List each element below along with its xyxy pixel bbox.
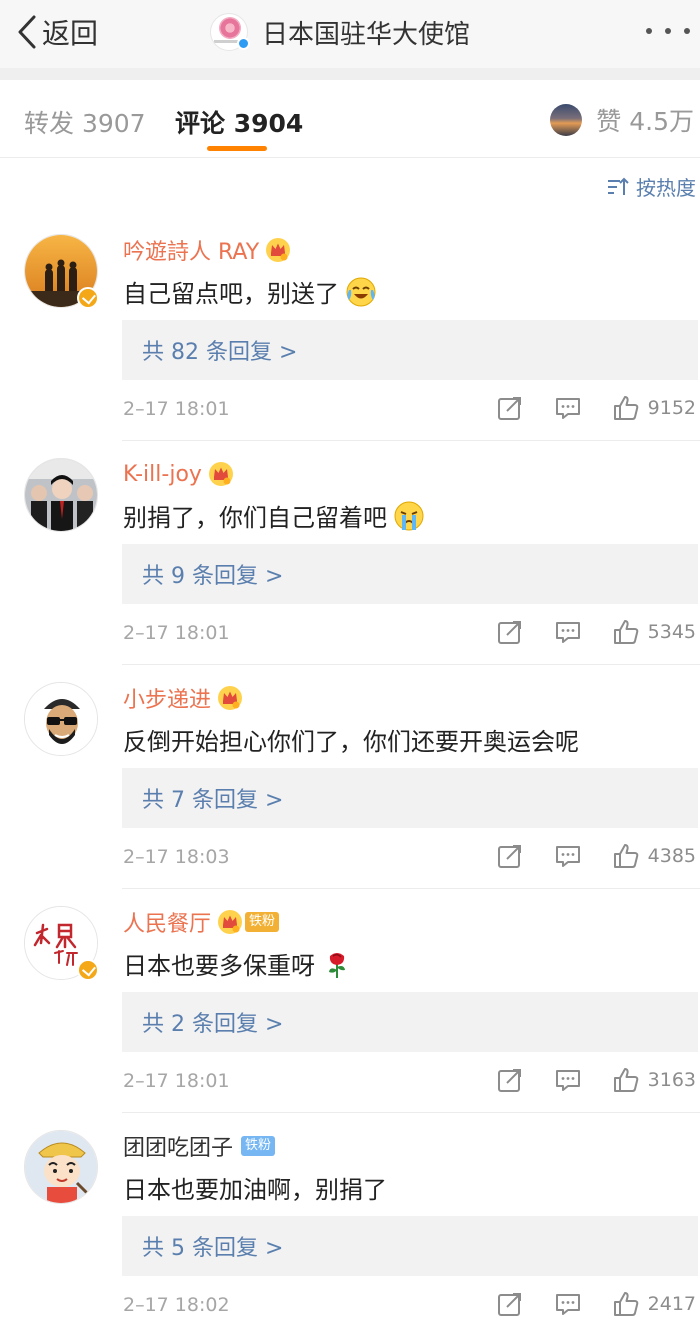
tab-comment[interactable]: 评论 3904 bbox=[175, 104, 303, 140]
comment-icon[interactable] bbox=[554, 842, 582, 870]
more-options-button[interactable] bbox=[646, 14, 690, 48]
like-count: 3163 bbox=[647, 1069, 696, 1091]
fan-badge: 铁粉 bbox=[241, 1136, 276, 1156]
crown-member-icon bbox=[202, 461, 234, 487]
replies-label: 共 9 条回复 > bbox=[142, 564, 284, 589]
repost-icon[interactable] bbox=[496, 618, 524, 646]
divider bbox=[122, 888, 700, 889]
comment-timestamp: 2–17 18:02 bbox=[123, 1294, 230, 1316]
repost-icon[interactable] bbox=[496, 394, 524, 422]
laugh-cry-emoji-icon bbox=[345, 276, 377, 308]
avatar[interactable] bbox=[24, 1130, 98, 1204]
tab-bar: 转发 3907 评论 3904 赞 4.5万 bbox=[0, 80, 700, 158]
crown-member-icon bbox=[211, 909, 243, 935]
view-replies-button[interactable]: 共 2 条回复 > bbox=[122, 992, 698, 1052]
replies-label: 共 5 条回复 > bbox=[142, 1236, 284, 1261]
back-label: 返回 bbox=[42, 17, 99, 50]
account-title[interactable]: 日本国驻华大使馆 bbox=[210, 10, 470, 54]
sort-icon bbox=[606, 175, 636, 199]
username[interactable]: 团团吃团子 bbox=[123, 1130, 233, 1162]
view-replies-button[interactable]: 共 7 条回复 > bbox=[122, 768, 698, 828]
more-dots-icon bbox=[646, 28, 652, 34]
like-icon[interactable] bbox=[612, 1290, 640, 1318]
back-chevron-icon bbox=[16, 14, 38, 50]
comment-text: 别捐了，你们自己留着吧 bbox=[123, 504, 387, 532]
comment-icon[interactable] bbox=[554, 1290, 582, 1318]
verified-badge-icon bbox=[77, 287, 99, 309]
comment-text: 日本也要加油啊，别捐了 bbox=[123, 1176, 387, 1204]
crown-member-icon bbox=[211, 685, 243, 711]
crown-member-icon bbox=[259, 237, 291, 263]
repost-icon[interactable] bbox=[496, 1066, 524, 1094]
view-replies-button[interactable]: 共 5 条回复 > bbox=[122, 1216, 698, 1276]
username[interactable]: 吟遊詩人 RAY bbox=[123, 234, 259, 266]
sort-label: 按热度 bbox=[636, 176, 696, 200]
like-count: 9152 bbox=[647, 397, 696, 419]
tab-like[interactable]: 赞 4.5万 bbox=[550, 102, 694, 138]
top-nav-bar: 返回 日本国驻华大使馆 bbox=[0, 0, 700, 68]
avatar[interactable] bbox=[24, 682, 98, 756]
rose-emoji-icon bbox=[321, 948, 353, 980]
divider bbox=[122, 1112, 700, 1113]
comment-text: 反倒开始担心你们了，你们还要开奥运会呢 bbox=[123, 728, 579, 756]
divider bbox=[122, 664, 700, 665]
like-icon[interactable] bbox=[612, 1066, 640, 1094]
fan-badge: 铁粉 bbox=[245, 912, 280, 932]
repost-icon[interactable] bbox=[496, 842, 524, 870]
replies-label: 共 82 条回复 > bbox=[142, 340, 298, 365]
username[interactable]: K-ill-joy bbox=[123, 462, 202, 487]
like-icon[interactable] bbox=[612, 394, 640, 422]
comment-icon[interactable] bbox=[554, 1066, 582, 1094]
like-icon[interactable] bbox=[612, 618, 640, 646]
divider bbox=[122, 440, 700, 441]
verified-icon bbox=[237, 37, 250, 50]
username[interactable]: 人民餐厅 bbox=[123, 906, 211, 938]
comment-icon[interactable] bbox=[554, 394, 582, 422]
verified-badge-icon bbox=[77, 959, 99, 981]
like-count: 2417 bbox=[647, 1293, 696, 1315]
page-title: 日本国驻华大使馆 bbox=[262, 19, 471, 50]
replies-label: 共 2 条回复 > bbox=[142, 1012, 284, 1037]
sort-button[interactable]: 按热度 bbox=[606, 172, 696, 201]
liker-avatar bbox=[550, 104, 583, 136]
section-gap bbox=[0, 68, 700, 80]
comment-timestamp: 2–17 18:01 bbox=[123, 1070, 230, 1092]
avatar[interactable] bbox=[24, 458, 98, 532]
view-replies-button[interactable]: 共 82 条回复 > bbox=[122, 320, 698, 380]
like-count: 4385 bbox=[647, 845, 696, 867]
view-replies-button[interactable]: 共 9 条回复 > bbox=[122, 544, 698, 604]
comment-text: 自己留点吧，别送了 bbox=[123, 280, 339, 308]
tab-repost[interactable]: 转发 3907 bbox=[24, 104, 146, 140]
replies-label: 共 7 条回复 > bbox=[142, 788, 284, 813]
username[interactable]: 小步递进 bbox=[123, 682, 211, 714]
tab-like-label: 赞 4.5万 bbox=[596, 107, 694, 136]
like-icon[interactable] bbox=[612, 842, 640, 870]
active-tab-indicator bbox=[207, 146, 267, 151]
like-count: 5345 bbox=[647, 621, 696, 643]
comment-timestamp: 2–17 18:01 bbox=[123, 622, 230, 644]
comment-timestamp: 2–17 18:03 bbox=[123, 846, 230, 868]
comment-timestamp: 2–17 18:01 bbox=[123, 398, 230, 420]
comment-text: 日本也要多保重呀 bbox=[123, 952, 315, 980]
back-button[interactable]: 返回 bbox=[16, 12, 98, 52]
repost-icon[interactable] bbox=[496, 1290, 524, 1318]
crying-emoji-icon bbox=[393, 500, 425, 532]
comment-icon[interactable] bbox=[554, 618, 582, 646]
